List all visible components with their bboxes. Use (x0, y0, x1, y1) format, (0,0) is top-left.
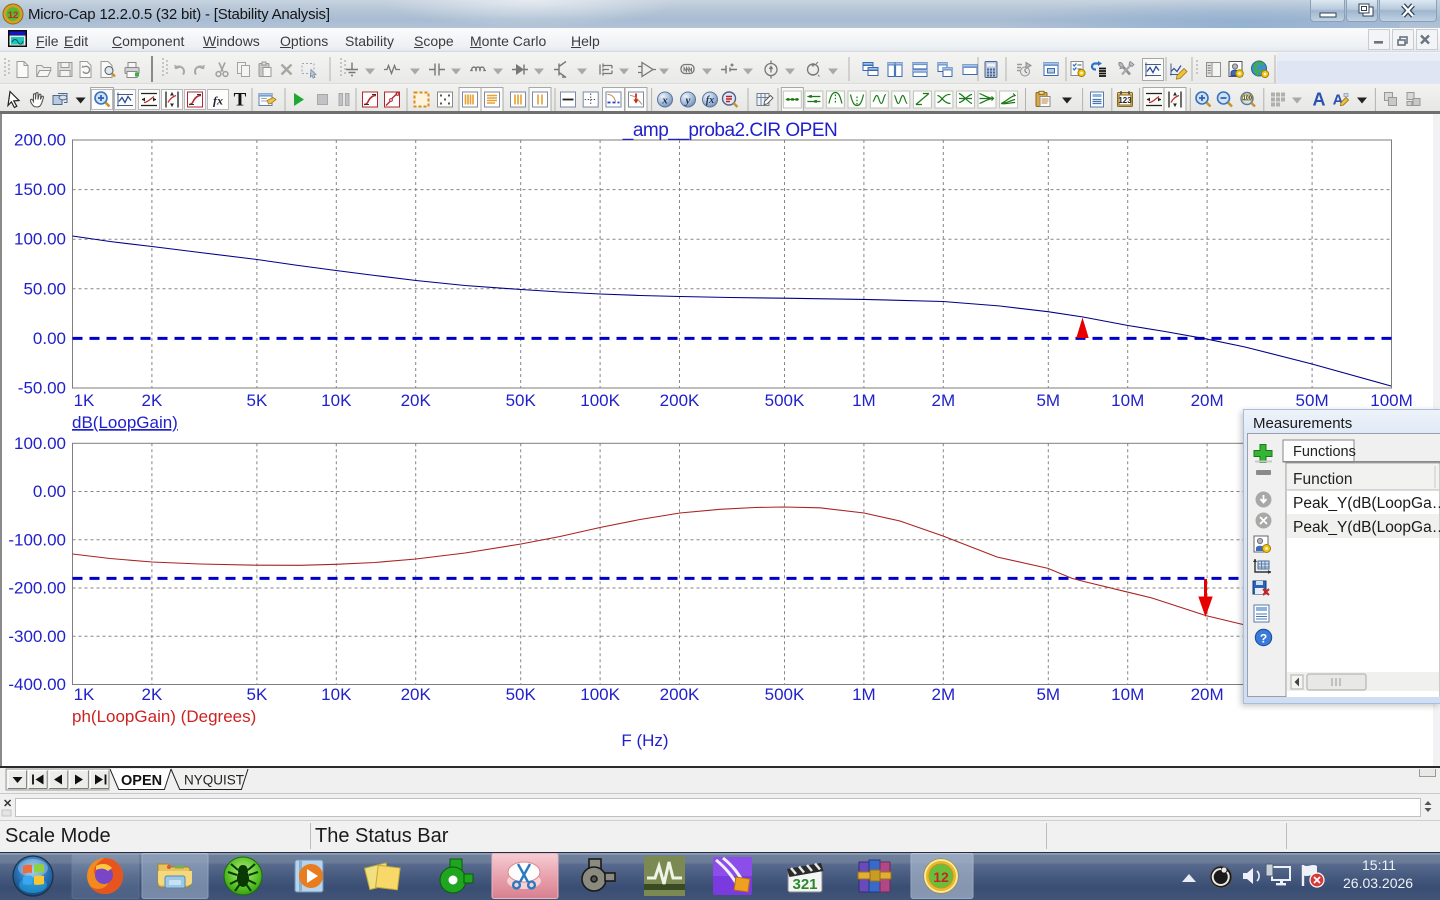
svg-text:F (Hz): F (Hz) (621, 731, 668, 750)
svg-text:20M: 20M (1191, 685, 1224, 704)
svg-text:150.00: 150.00 (14, 180, 66, 199)
svg-text:1K: 1K (74, 391, 95, 410)
svg-text:20M: 20M (1191, 391, 1224, 410)
svg-text:10M: 10M (1111, 391, 1144, 410)
svg-text:Peak_Y(dB(LoopGa…: Peak_Y(dB(LoopGa… (1293, 495, 1440, 512)
svg-text:✕: ✕ (3, 798, 12, 810)
svg-text:1K: 1K (74, 685, 95, 704)
svg-text:20K: 20K (401, 685, 432, 704)
svg-text:200K: 200K (660, 391, 700, 410)
svg-text:0.00: 0.00 (33, 329, 66, 348)
svg-text:50M: 50M (1296, 391, 1329, 410)
svg-text:-400.00: -400.00 (8, 675, 66, 694)
svg-text:500K: 500K (765, 685, 805, 704)
svg-text:100.00: 100.00 (14, 230, 66, 249)
svg-text:_amp__proba2.CIR OPEN: _amp__proba2.CIR OPEN (622, 120, 837, 141)
svg-text:2M: 2M (931, 685, 955, 704)
svg-text:-200.00: -200.00 (8, 579, 66, 598)
svg-text:1M: 1M (852, 391, 876, 410)
svg-text:100.00: 100.00 (14, 434, 66, 453)
svg-text:-300.00: -300.00 (8, 627, 66, 646)
svg-text:100K: 100K (580, 391, 620, 410)
svg-text:100M: 100M (1370, 391, 1413, 410)
svg-text:?: ? (1260, 632, 1267, 646)
svg-text:5M: 5M (1036, 685, 1060, 704)
svg-text:12: 12 (933, 869, 949, 885)
svg-text:50K: 50K (506, 685, 537, 704)
svg-text:321: 321 (792, 876, 817, 893)
svg-text:100K: 100K (580, 685, 620, 704)
svg-text:Functions: Functions (1293, 444, 1356, 460)
svg-text:Peak_Y(dB(LoopGa…: Peak_Y(dB(LoopGa… (1293, 519, 1440, 536)
svg-text:dB(LoopGain): dB(LoopGain) (72, 413, 178, 432)
svg-text:2K: 2K (142, 391, 163, 410)
svg-text:OPEN: OPEN (121, 773, 162, 789)
svg-text:10K: 10K (321, 685, 352, 704)
svg-text:NYQUIST: NYQUIST (184, 773, 244, 788)
svg-text:2K: 2K (142, 685, 163, 704)
svg-text:5M: 5M (1036, 391, 1060, 410)
svg-text:500K: 500K (765, 391, 805, 410)
svg-text:-100.00: -100.00 (8, 530, 66, 549)
svg-text:10M: 10M (1111, 685, 1144, 704)
svg-text:200K: 200K (660, 685, 700, 704)
svg-text:ph(LoopGain) (Degrees): ph(LoopGain) (Degrees) (72, 707, 256, 726)
svg-text:1M: 1M (852, 685, 876, 704)
svg-text:Function: Function (1293, 471, 1352, 488)
svg-text:20K: 20K (401, 391, 432, 410)
svg-text:0.00: 0.00 (33, 482, 66, 501)
svg-text:5K: 5K (246, 391, 267, 410)
svg-text:-50.00: -50.00 (18, 379, 66, 398)
svg-text:200.00: 200.00 (14, 131, 66, 150)
svg-text:50.00: 50.00 (23, 279, 66, 298)
svg-text:5K: 5K (246, 685, 267, 704)
svg-text:10K: 10K (321, 391, 352, 410)
svg-text:2M: 2M (931, 391, 955, 410)
svg-text:50K: 50K (506, 391, 537, 410)
